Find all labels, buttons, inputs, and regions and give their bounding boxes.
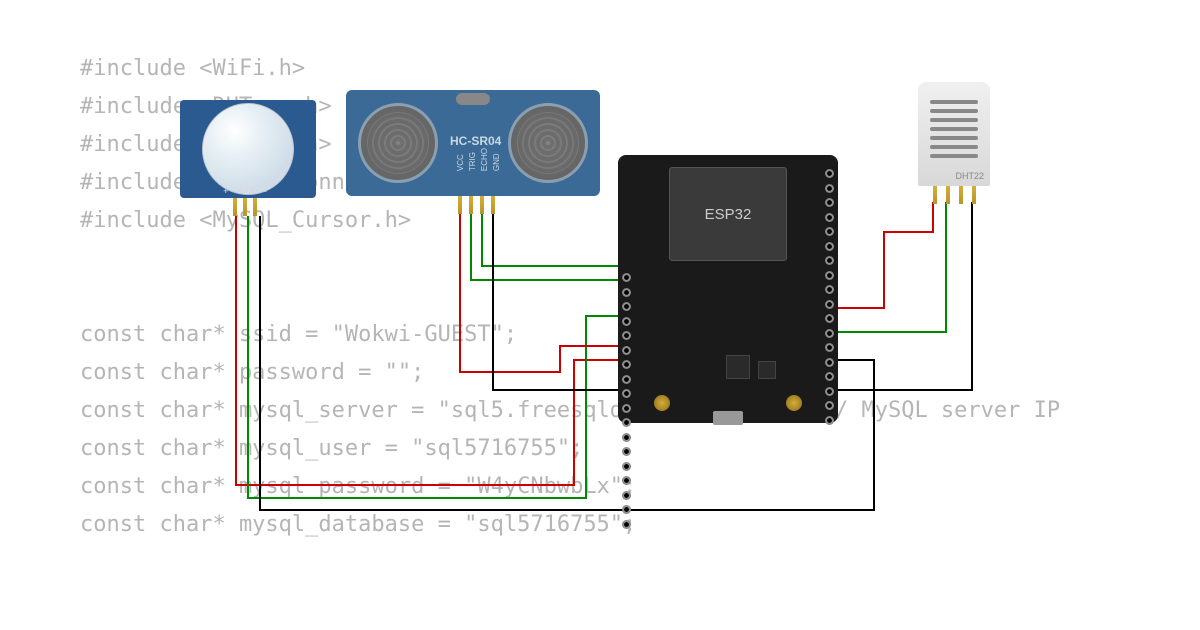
- hcsr04-oscillator-icon: [456, 93, 490, 105]
- esp32-chip: ESP32: [669, 167, 787, 261]
- esp32-smd-icon: [726, 355, 750, 379]
- hcsr04-transmitter-icon: [358, 103, 438, 183]
- dht22-body: DHT22: [918, 82, 990, 186]
- pir-pin-labels: + D -: [180, 186, 316, 196]
- hcsr04-receiver-icon: [508, 103, 588, 183]
- hcsr04-body: HC-SR04 VCC TRIG ECHO GND: [346, 90, 600, 196]
- hcsr04-pinlabels: VCC TRIG ECHO GND: [456, 148, 502, 171]
- esp32-en-button[interactable]: [786, 395, 802, 411]
- dht22-pins: [933, 186, 976, 204]
- esp32-board[interactable]: ESP32: [618, 155, 838, 423]
- esp32-label: ESP32: [705, 206, 752, 223]
- dht22-sensor[interactable]: DHT22: [918, 82, 990, 202]
- hcsr04-sensor[interactable]: HC-SR04 VCC TRIG ECHO GND: [346, 90, 600, 196]
- esp32-usb-icon: [713, 411, 743, 425]
- pir-dome-icon: [202, 103, 294, 195]
- pir-body: + D -: [180, 100, 316, 198]
- esp32-pinrow-left: [622, 273, 631, 529]
- esp32-pinrow-right: [825, 169, 834, 425]
- esp32-body: ESP32: [618, 155, 838, 423]
- pir-sensor[interactable]: + D -: [180, 100, 316, 210]
- esp32-smd-icon: [758, 361, 776, 379]
- pir-pins: [233, 198, 257, 216]
- dht22-label: DHT22: [955, 171, 984, 181]
- dht22-grille-icon: [930, 100, 978, 158]
- esp32-boot-button[interactable]: [654, 395, 670, 411]
- hcsr04-pins: [458, 196, 495, 214]
- hcsr04-label: HC-SR04: [450, 134, 501, 148]
